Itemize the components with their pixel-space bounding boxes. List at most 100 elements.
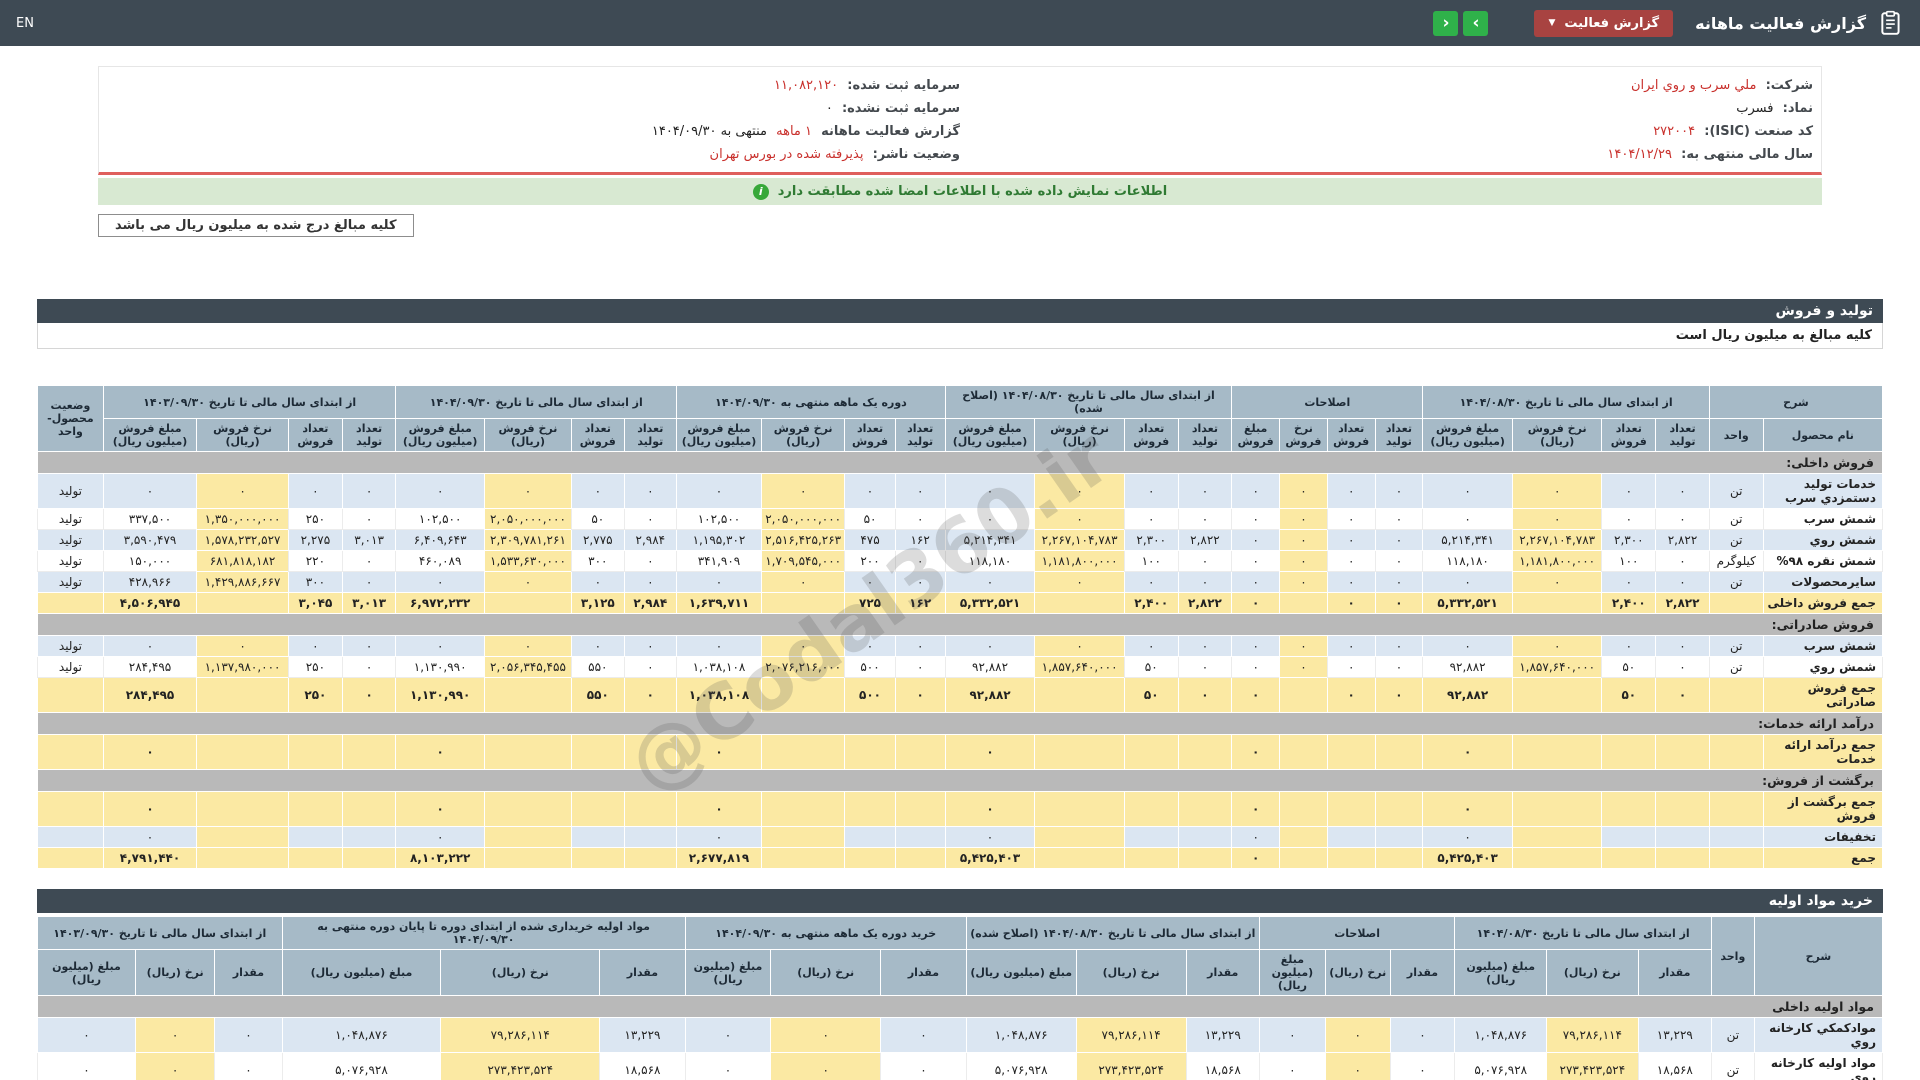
column-header: تعداد فروش	[1123, 418, 1179, 452]
value-cell: ۰	[1326, 550, 1376, 572]
row-name-cell: شمش سرب	[1762, 508, 1884, 530]
value-cell: ۰	[1422, 635, 1513, 657]
value-cell: ۰	[1123, 473, 1179, 509]
value-cell: ۰	[1231, 677, 1281, 713]
value-cell: ۵۰	[844, 508, 896, 530]
column-header: تعداد تولید	[1177, 418, 1233, 452]
info-value: ملي سرب و روي ايران	[1630, 78, 1757, 93]
row-name-cell: جمع	[1762, 847, 1884, 869]
value-cell: ۱,۸۵۷,۶۴۰,۰۰۰	[1034, 656, 1125, 678]
table-row: موادکمکي کارخانه روي تن ۱۳,۲۲۹ ۷۹,۲۸۶,۱۱۴ ۱,…	[37, 1017, 1884, 1053]
value-cell	[288, 734, 343, 770]
value-cell	[483, 847, 573, 869]
value-cell: ۰	[1231, 529, 1281, 551]
value-cell: ۶۸۱,۸۱۸,۱۸۲	[196, 550, 290, 572]
info-value: ۱ ماهه	[776, 124, 812, 139]
value-cell	[1034, 592, 1125, 614]
value-cell: ۱۶۲	[894, 592, 946, 614]
value-cell: ۰	[894, 571, 946, 593]
value-cell: ۲۵۰	[288, 677, 343, 713]
column-header: خرید دوره یک ماهه منتهی به ۱۴۰۴/۰۹/۳۰	[684, 916, 967, 950]
info-value: ۱۴۰۴/۱۲/۲۹	[1607, 147, 1672, 162]
row-name-cell: جمع فروش داخلی	[1762, 592, 1884, 614]
table-row: سایرمحصولات تن ۰ ۰ ۰ ۰ ۰ ۰ ۰ ۰ ۰ ۰ ۰ ۰ ۰ ۰ ۰ ۰ ۰ ۰ ۰ ۰ ۰ ۳۰۰ ۱,۴…	[37, 571, 1884, 593]
notice-text: اطلاعات نمایش داده شده با اطلاعات امضا ش…	[777, 184, 1168, 199]
company-info-row: شرکت: ملي سرب و روي ايران	[960, 74, 1813, 97]
table-row: خدمات تولید دستمزدي سرب تن ۰ ۰ ۰ ۰ ۰ ۰ ۰ ۰ ۰ ۰ ۰ ۰ ۰ ۰ ۰…	[37, 473, 1884, 509]
value-cell: ۰	[1374, 656, 1424, 678]
table-row: مواد اولیه کارخانه روي تن ۱۸,۵۶۸ ۲۷۳,۴۲۳,۵۲…	[37, 1052, 1884, 1080]
value-cell: ۲۸۴,۴۹۵	[102, 677, 198, 713]
value-cell: ۲,۷۷۵	[571, 529, 625, 551]
value-cell: ۰	[1258, 1017, 1326, 1053]
header-row: شرح واحد از ابتدای سال مالی تا تاریخ ۱۴۰۴/…	[37, 916, 1884, 996]
value-cell: ۰	[880, 1017, 967, 1053]
value-cell: ۴۲۸,۹۶۶	[102, 571, 198, 593]
column-header: نرخ (ریال)	[770, 949, 882, 996]
value-cell	[844, 734, 896, 770]
value-cell: ۶,۴۰۹,۶۴۳	[395, 529, 485, 551]
value-cell: ۳,۰۴۵	[288, 592, 343, 614]
value-cell: ۲,۰۷۶,۲۱۶,۰۰۰	[760, 656, 846, 678]
value-cell: ۰	[676, 571, 762, 593]
value-cell: ۰	[1279, 656, 1328, 678]
value-cell: ۰	[676, 791, 762, 827]
status-cell	[37, 734, 104, 770]
company-info-row: سال مالی منتهی به: ۱۴۰۴/۱۲/۲۹	[960, 143, 1813, 166]
value-cell: ۰	[1374, 529, 1424, 551]
value-cell: ۰	[844, 473, 896, 509]
column-header: دوره یک ماهه منتهی به ۱۴۰۴/۰۹/۳۰	[676, 385, 946, 419]
value-cell: ۰	[1177, 656, 1233, 678]
value-cell: ۵۰۰	[844, 656, 896, 678]
value-cell: ۰	[571, 571, 625, 593]
value-cell: ۱,۰۳۸,۱۰۸	[676, 677, 762, 713]
column-header: از ابتدای سال مالی تا تاریخ ۱۴۰۴/۰۸/۳۰ (…	[944, 385, 1233, 419]
value-cell: ۰	[623, 550, 678, 572]
column-header: مبلغ فروش (میلیون ریال)	[102, 418, 198, 452]
value-cell: ۱۵۰,۰۰۰	[102, 550, 198, 572]
value-cell: ۰	[1231, 508, 1281, 530]
value-cell	[571, 734, 625, 770]
value-cell: ۹۲,۸۸۲	[944, 677, 1036, 713]
column-header: مبلغ فروش (میلیون ریال)	[395, 418, 485, 452]
signature-match-notice: اطلاعات نمایش داده شده با اطلاعات امضا ش…	[98, 178, 1822, 205]
column-header: واحد	[1710, 916, 1755, 996]
value-cell: ۲,۲۶۷,۱۰۴,۷۸۳	[1034, 529, 1125, 551]
previous-report-button[interactable]: ‹	[1433, 10, 1459, 36]
value-cell: ۹۲,۸۸۲	[1422, 656, 1513, 678]
value-cell: ۰	[1177, 473, 1233, 509]
value-cell: ۰	[1177, 550, 1233, 572]
company-info-left-column: سرمایه ثبت شده: ۱۱,۰۸۲,۱۲۰ سرمایه ثبت نشد…	[107, 74, 960, 166]
value-cell	[1326, 791, 1376, 827]
column-header: شرح	[1708, 385, 1884, 419]
language-toggle[interactable]: EN	[16, 16, 34, 31]
table-row: جمع برگشت از فروش ۰ ۰ ۰ ۰ ۰ ۰	[37, 791, 1884, 827]
value-cell: ۰	[623, 473, 678, 509]
column-header: نرخ فروش (ریال)	[483, 418, 573, 452]
value-cell: ۵۰	[1123, 677, 1179, 713]
value-cell	[196, 847, 290, 869]
subheader-row: نام محصول واحد تعداد تولید تعداد فروش نرخ فر…	[38, 418, 1884, 452]
next-report-button[interactable]: ›	[1463, 10, 1489, 36]
value-cell	[1601, 734, 1657, 770]
value-cell: ۰	[623, 508, 678, 530]
unit-cell	[1708, 592, 1764, 614]
value-cell: ۰	[102, 473, 198, 509]
value-cell	[760, 677, 846, 713]
table-row: درآمد ارائه خدمات:	[37, 712, 1883, 735]
value-cell: ۷۹,۲۸۶,۱۱۴	[1075, 1017, 1187, 1053]
info-value: ۰	[825, 101, 833, 116]
unit-cell	[1708, 826, 1764, 848]
value-cell: ۳,۰۱۳	[341, 529, 397, 551]
value-cell: ۰	[1655, 550, 1710, 572]
column-header: از ابتدای سال مالی تا تاریخ ۱۴۰۳/۰۹/۳۰	[37, 916, 283, 950]
raw-materials-table: شرح واحد از ابتدای سال مالی تا تاریخ ۱۴۰۴/…	[37, 916, 1884, 1080]
column-header: تعداد فروش	[1601, 418, 1657, 452]
report-type-dropdown[interactable]: گزارش فعالیت ▼	[1534, 9, 1674, 37]
value-cell: ۴۶۰,۰۸۹	[395, 550, 485, 572]
value-cell	[1034, 734, 1125, 770]
value-cell	[1326, 734, 1376, 770]
value-cell	[196, 592, 290, 614]
value-cell	[1177, 847, 1233, 869]
value-cell	[1034, 791, 1125, 827]
